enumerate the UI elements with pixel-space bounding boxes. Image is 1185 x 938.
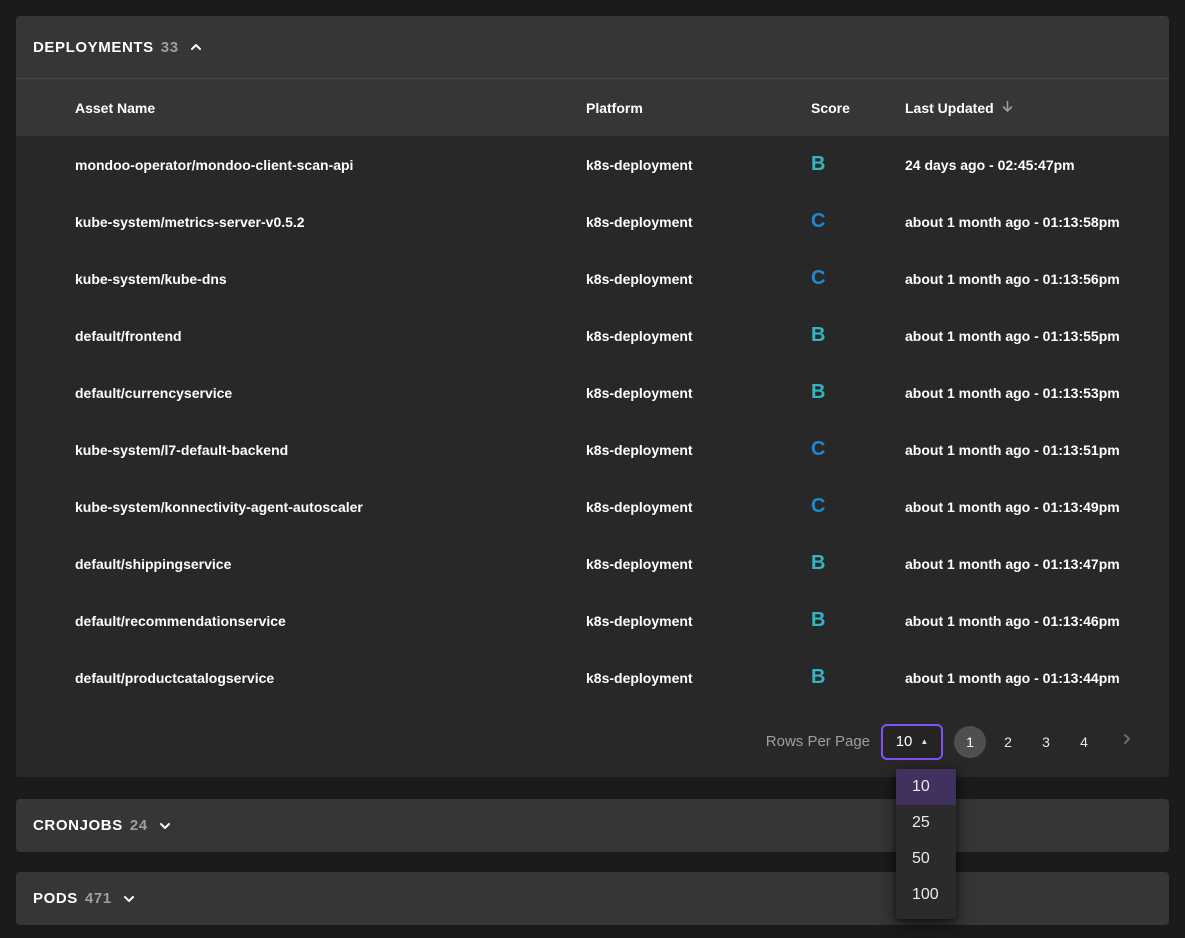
asset-name: mondoo-operator/mondoo-client-scan-api [16, 157, 586, 173]
last-updated: about 1 month ago - 01:13:56pm [905, 271, 1169, 287]
pods-count: 471 [85, 890, 112, 907]
asset-name: kube-system/konnectivity-agent-autoscale… [16, 499, 586, 515]
platform: k8s-deployment [586, 214, 811, 230]
rows-per-page-option-100[interactable]: 100 [896, 877, 956, 913]
score-grade: C [811, 267, 905, 290]
pods-section-title: PODS [33, 890, 78, 907]
table-body: mondoo-operator/mondoo-client-scan-api k… [16, 136, 1169, 706]
column-header-asset-name: Asset Name [16, 100, 586, 116]
asset-name: default/frontend [16, 328, 586, 344]
table-row[interactable]: kube-system/kube-dns k8s-deployment C ab… [16, 250, 1169, 307]
page-button-3[interactable]: 3 [1030, 726, 1062, 758]
table-row[interactable]: kube-system/l7-default-backend k8s-deplo… [16, 421, 1169, 478]
table-row[interactable]: default/currencyservice k8s-deployment B… [16, 364, 1169, 421]
cronjobs-count: 24 [130, 817, 148, 834]
chevron-down-icon [158, 819, 172, 833]
pods-section-header[interactable]: PODS 471 [16, 872, 1169, 925]
asset-name: kube-system/l7-default-backend [16, 442, 586, 458]
table-row[interactable]: default/shippingservice k8s-deployment B… [16, 535, 1169, 592]
chevron-down-icon [122, 892, 136, 906]
page-button-1[interactable]: 1 [954, 726, 986, 758]
last-updated: about 1 month ago - 01:13:47pm [905, 556, 1169, 572]
table-row[interactable]: default/frontend k8s-deployment B about … [16, 307, 1169, 364]
rows-per-page-label: Rows Per Page [766, 733, 870, 750]
next-page-button[interactable] [1111, 726, 1143, 758]
column-header-platform: Platform [586, 100, 811, 116]
score-grade: C [811, 438, 905, 461]
score-grade: C [811, 210, 905, 233]
platform: k8s-deployment [586, 157, 811, 173]
column-header-last-updated[interactable]: Last Updated [905, 99, 1169, 117]
asset-inventory-page: DEPLOYMENTS 33 Asset Name Platform Score… [0, 0, 1185, 938]
last-updated: about 1 month ago - 01:13:46pm [905, 613, 1169, 629]
score-grade: B [811, 552, 905, 575]
last-updated: about 1 month ago - 01:13:53pm [905, 385, 1169, 401]
last-updated: about 1 month ago - 01:13:51pm [905, 442, 1169, 458]
platform: k8s-deployment [586, 442, 811, 458]
score-grade: B [811, 324, 905, 347]
deployments-section-header[interactable]: DEPLOYMENTS 33 [16, 16, 1169, 78]
asset-name: default/shippingservice [16, 556, 586, 572]
deployments-section: DEPLOYMENTS 33 Asset Name Platform Score… [16, 16, 1169, 777]
platform: k8s-deployment [586, 385, 811, 401]
platform: k8s-deployment [586, 499, 811, 515]
table-row[interactable]: kube-system/konnectivity-agent-autoscale… [16, 478, 1169, 535]
table-row[interactable]: mondoo-operator/mondoo-client-scan-api k… [16, 136, 1169, 193]
column-header-last-updated-label: Last Updated [905, 100, 994, 116]
score-grade: B [811, 153, 905, 176]
rows-per-page-option-50[interactable]: 50 [896, 841, 956, 877]
rows-per-page-option-10[interactable]: 10 [896, 769, 956, 805]
last-updated: about 1 month ago - 01:13:58pm [905, 214, 1169, 230]
triangle-up-icon: ▲ [920, 738, 928, 746]
last-updated: 24 days ago - 02:45:47pm [905, 157, 1169, 173]
last-updated: about 1 month ago - 01:13:49pm [905, 499, 1169, 515]
platform: k8s-deployment [586, 670, 811, 686]
asset-name: default/productcatalogservice [16, 670, 586, 686]
deployments-section-title: DEPLOYMENTS [33, 39, 154, 56]
score-grade: B [811, 381, 905, 404]
pagination-bar: Rows Per Page 10 ▲ 1234 [16, 706, 1169, 777]
asset-name: kube-system/kube-dns [16, 271, 586, 287]
platform: k8s-deployment [586, 271, 811, 287]
score-grade: C [811, 495, 905, 518]
platform: k8s-deployment [586, 328, 811, 344]
chevron-up-icon [189, 40, 203, 54]
page-buttons: 1234 [954, 726, 1100, 758]
platform: k8s-deployment [586, 613, 811, 629]
column-header-score: Score [811, 100, 905, 116]
chevron-right-icon [1120, 732, 1134, 751]
asset-name: kube-system/metrics-server-v0.5.2 [16, 214, 586, 230]
rows-per-page-value: 10 [896, 733, 913, 750]
cronjobs-section-title: CRONJOBS [33, 817, 123, 834]
cronjobs-section-header[interactable]: CRONJOBS 24 [16, 799, 1169, 852]
rows-per-page-select[interactable]: 10 ▲ [881, 724, 943, 760]
asset-name: default/currencyservice [16, 385, 586, 401]
asset-name: default/recommendationservice [16, 613, 586, 629]
last-updated: about 1 month ago - 01:13:55pm [905, 328, 1169, 344]
table-row[interactable]: default/recommendationservice k8s-deploy… [16, 592, 1169, 649]
table-header-row: Asset Name Platform Score Last Updated [16, 78, 1169, 136]
score-grade: B [811, 609, 905, 632]
rows-per-page-option-25[interactable]: 25 [896, 805, 956, 841]
platform: k8s-deployment [586, 556, 811, 572]
sort-arrow-down-icon [1000, 99, 1015, 117]
score-grade: B [811, 666, 905, 689]
last-updated: about 1 month ago - 01:13:44pm [905, 670, 1169, 686]
rows-per-page-menu: 102550100 [896, 769, 956, 919]
table-row[interactable]: kube-system/metrics-server-v0.5.2 k8s-de… [16, 193, 1169, 250]
page-button-4[interactable]: 4 [1068, 726, 1100, 758]
deployments-count: 33 [161, 39, 179, 56]
table-row[interactable]: default/productcatalogservice k8s-deploy… [16, 649, 1169, 706]
page-button-2[interactable]: 2 [992, 726, 1024, 758]
